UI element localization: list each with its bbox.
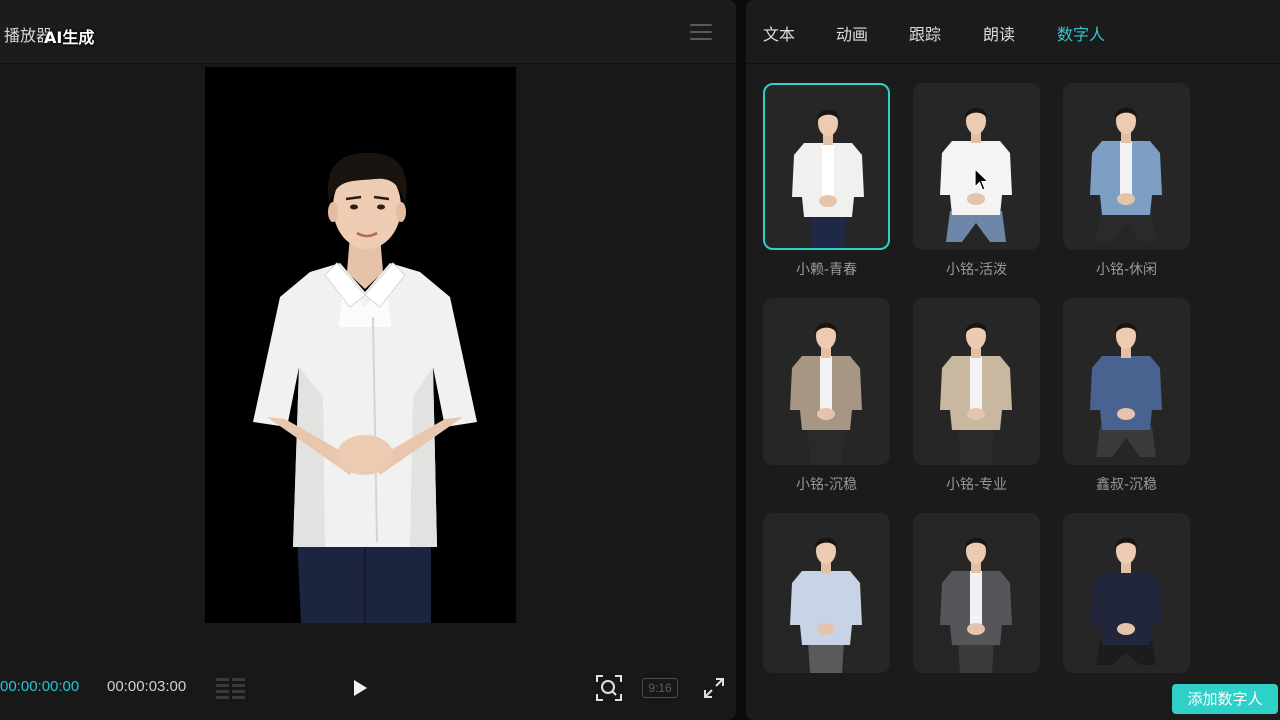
- ai-generated-badge: AI生成: [44, 28, 95, 47]
- add-digital-human-button[interactable]: 添加数字人: [1172, 684, 1278, 714]
- avatar-card[interactable]: [913, 513, 1040, 673]
- avatar-label: 鑫叔-沉稳: [1095, 477, 1158, 493]
- tab-read-aloud[interactable]: 朗读: [983, 21, 1015, 45]
- playback-controls: 00:00:00:00 00:00:03:00 9:16: [0, 664, 736, 710]
- aspect-ratio-button[interactable]: 9:16: [642, 678, 678, 698]
- avatar-label: 小铭-休闲: [1095, 262, 1158, 278]
- player-panel: 播放器 AI生成 00:00:00:00 00:00:03:00 9:16: [0, 0, 736, 720]
- avatar-card[interactable]: [763, 83, 890, 250]
- avatar-label: 小铭-活泼: [945, 262, 1008, 278]
- avatar-thumbnail: [790, 322, 862, 465]
- avatar-thumbnail: [940, 537, 1012, 673]
- digital-human-figure: [253, 152, 477, 623]
- avatar-card[interactable]: [763, 298, 890, 465]
- avatar-label: 小赖-青春: [795, 262, 858, 278]
- avatar-thumbnail: [1090, 322, 1162, 457]
- avatar-thumbnail: [940, 322, 1012, 465]
- avatar-label: 小铭-沉稳: [795, 477, 858, 493]
- avatar-card[interactable]: [1063, 513, 1190, 673]
- avatar-card[interactable]: [763, 513, 890, 673]
- avatar-thumbnail: [1090, 107, 1162, 242]
- waveform-grid-icon[interactable]: [214, 676, 248, 700]
- avatar-card[interactable]: [913, 298, 1040, 465]
- avatar-thumbnail: [1090, 537, 1162, 665]
- fullscreen-icon[interactable]: [702, 676, 726, 700]
- tab-digital-human[interactable]: 数字人: [1057, 21, 1105, 45]
- total-duration: 00:00:03:00: [107, 678, 187, 695]
- avatar-thumbnail: [792, 109, 864, 248]
- player-header: 播放器 AI生成: [0, 0, 736, 64]
- tab-animation[interactable]: 动画: [836, 21, 868, 45]
- avatar-label: 小铭-专业: [945, 477, 1008, 493]
- zoom-fit-icon[interactable]: [595, 674, 623, 702]
- current-time: 00:00:00:00: [0, 678, 80, 695]
- mouse-cursor-icon: [974, 168, 990, 191]
- avatar-card[interactable]: [1063, 83, 1190, 250]
- video-preview[interactable]: [205, 67, 516, 623]
- avatar-thumbnail: [940, 107, 1012, 242]
- menu-icon[interactable]: [690, 22, 712, 42]
- tab-tracking[interactable]: 跟踪: [909, 21, 941, 45]
- tab-text[interactable]: 文本: [763, 21, 795, 45]
- tab-bar: 文本 动画 跟踪 朗读 数字人: [746, 0, 1280, 64]
- avatar-card[interactable]: [913, 83, 1040, 250]
- avatar-card[interactable]: [1063, 298, 1190, 465]
- play-icon[interactable]: [350, 678, 370, 698]
- avatar-thumbnail: [790, 537, 862, 673]
